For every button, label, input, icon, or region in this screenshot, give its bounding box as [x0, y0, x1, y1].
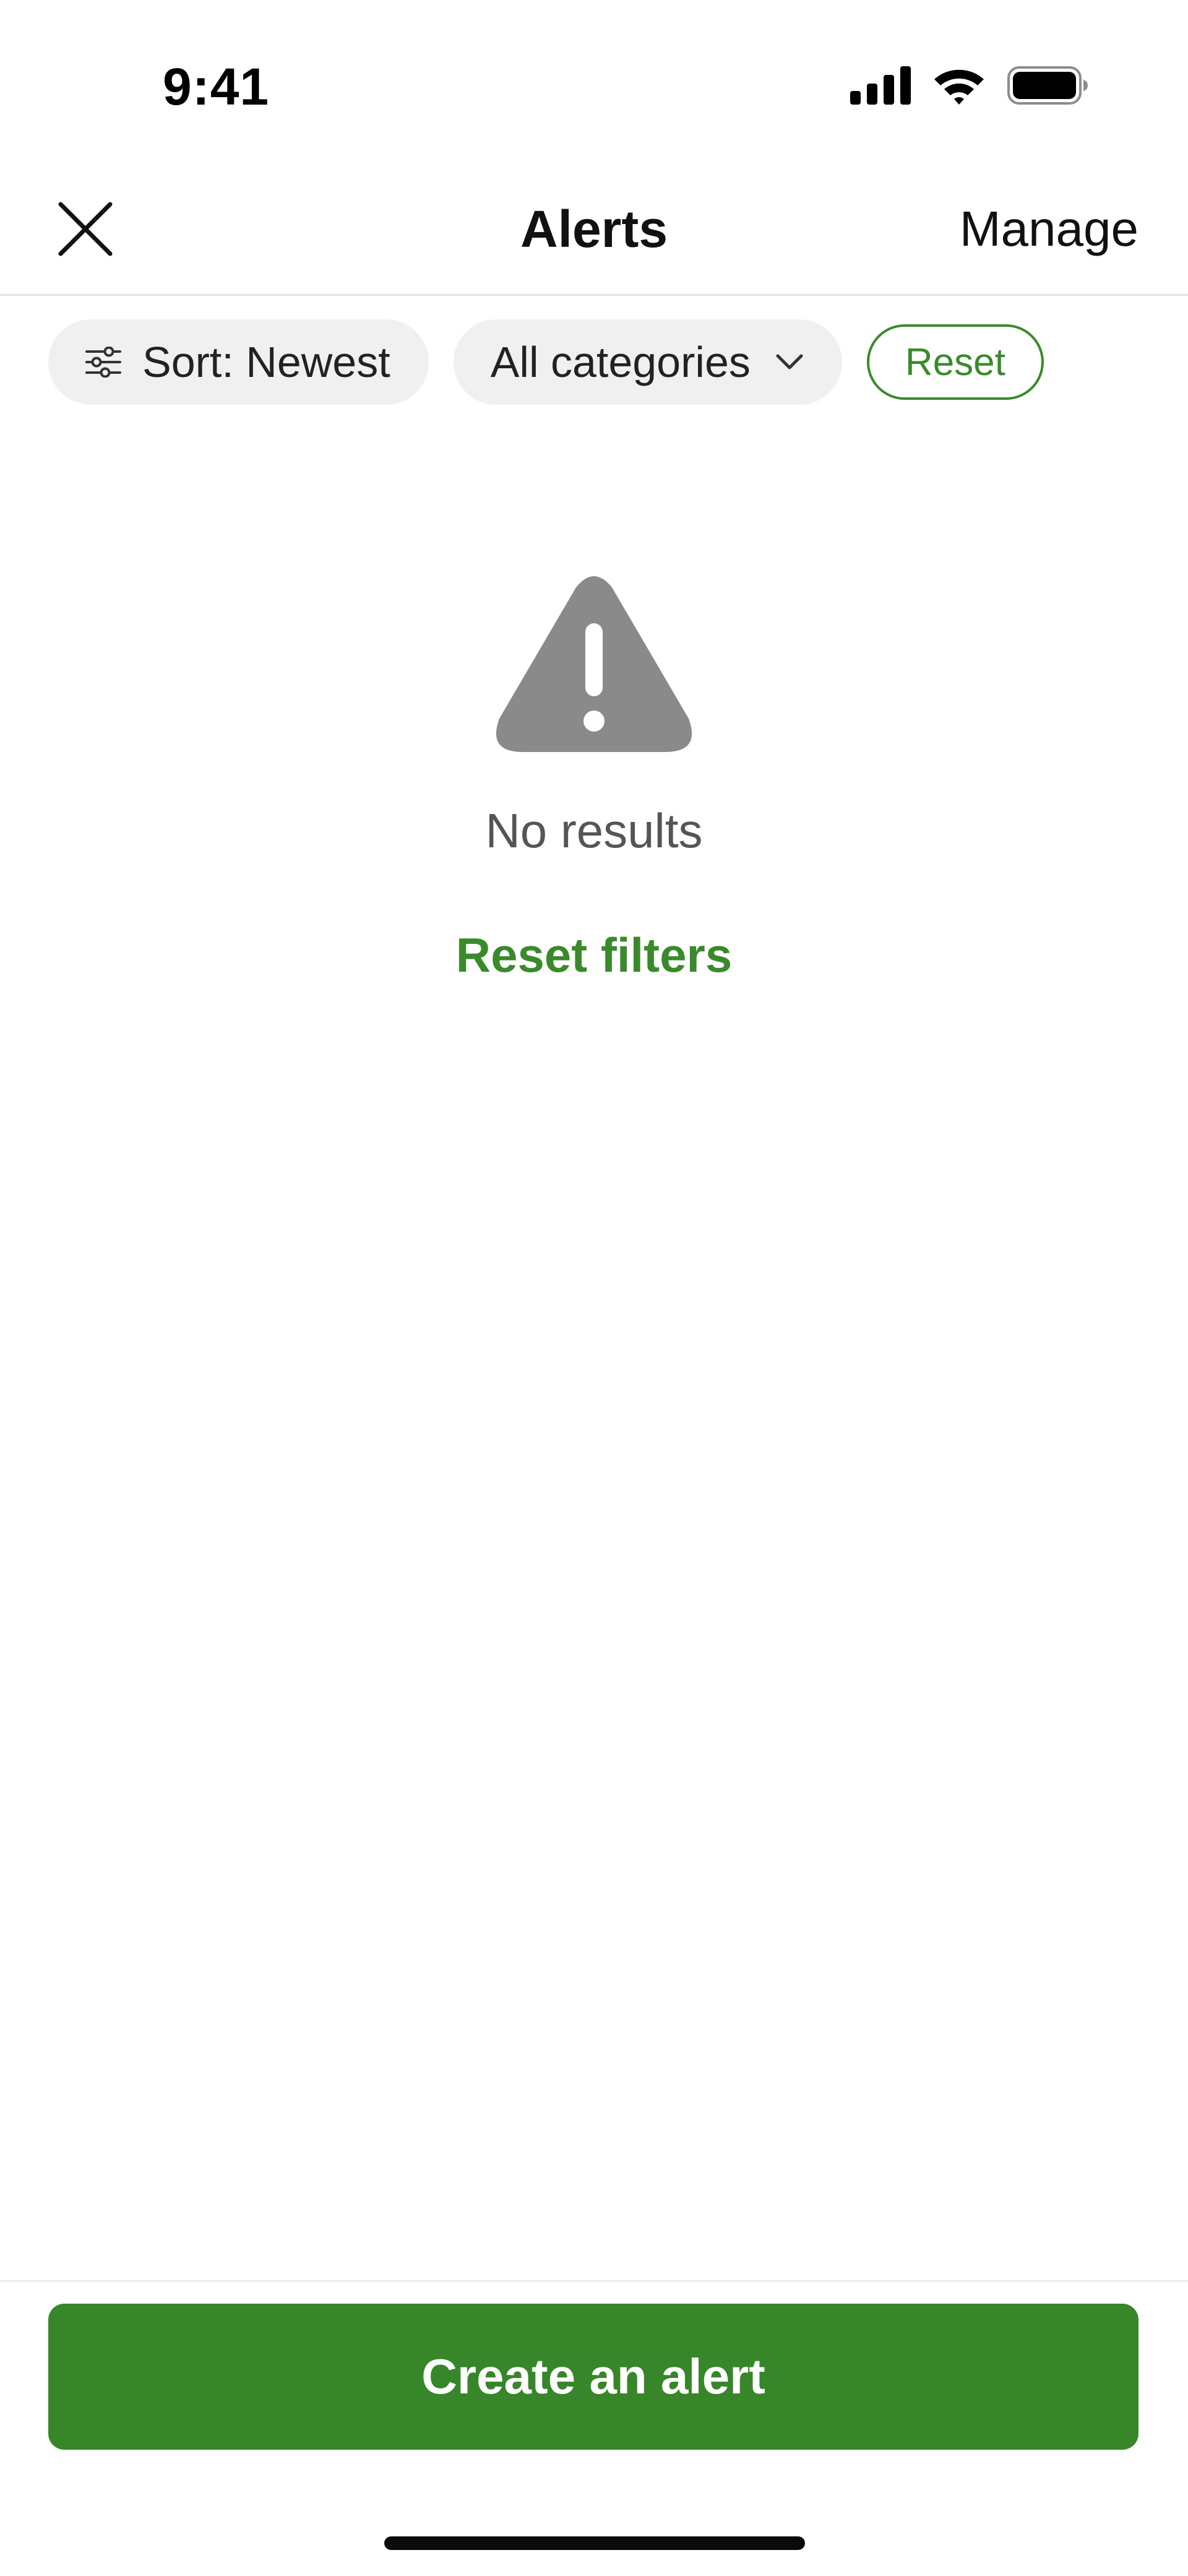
cellular-signal-icon [850, 66, 911, 108]
chevron-down-icon [775, 353, 804, 371]
sliders-icon [85, 347, 121, 378]
alerts-screen: 9:41 Alerts Manage Sort: Newest All cate… [0, 0, 1188, 2576]
status-time: 9:41 [163, 58, 270, 116]
category-dropdown-label: All categories [490, 338, 751, 386]
status-icons [850, 62, 1089, 111]
reset-filters-link[interactable]: Reset filters [456, 927, 733, 983]
warning-icon [492, 573, 696, 758]
battery-icon [1007, 66, 1089, 108]
footer-divider [0, 2280, 1188, 2282]
create-alert-button[interactable]: Create an alert [48, 2304, 1138, 2450]
no-results-text: No results [485, 803, 703, 858]
sort-chip[interactable]: Sort: Newest [48, 319, 429, 405]
filter-row: Sort: Newest All categories Reset [48, 319, 1044, 405]
wifi-icon [932, 66, 986, 108]
nav-bar: Alerts Manage [0, 161, 1188, 296]
empty-state: No results Reset filters [0, 573, 1188, 983]
home-indicator[interactable] [384, 2536, 805, 2550]
category-dropdown[interactable]: All categories [453, 319, 842, 405]
manage-button[interactable]: Manage [960, 201, 1138, 257]
status-bar: 9:41 [0, 0, 1188, 161]
reset-button[interactable]: Reset [866, 324, 1044, 400]
sort-chip-label: Sort: Newest [142, 338, 390, 386]
